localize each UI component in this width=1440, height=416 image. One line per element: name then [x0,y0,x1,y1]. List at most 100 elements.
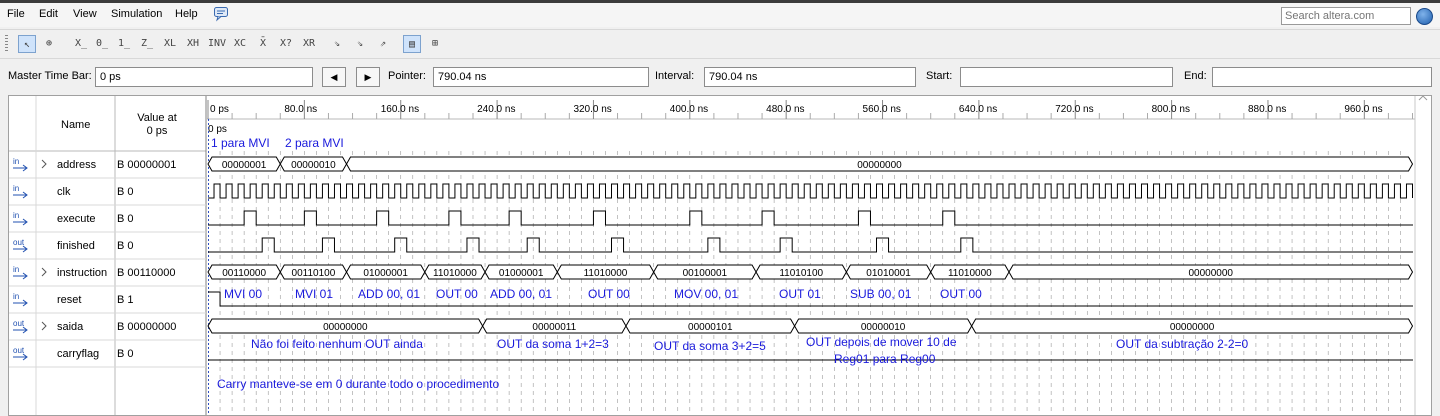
signal-value-saida: B 00000000 [117,321,176,333]
time-tick-label: 0 ps [210,104,229,115]
overwrite-value-icon[interactable]: ⇘ [328,35,346,53]
menu-edit[interactable]: Edit [39,8,58,20]
instruction-bus-value: 01000001 [499,268,544,279]
signal-value-carryflag: B 0 [117,348,134,360]
time-tick-label: 80.0 ns [284,104,317,115]
instruction-bus-value: 01000001 [363,268,408,279]
annotation-instruction: ADD 00, 01 [490,287,552,301]
invert-icon[interactable]: INV [208,35,226,53]
expand-chevron-icon [41,267,47,277]
forcing-low-icon[interactable]: 0̲ [93,35,111,53]
forcing-high-impedance-icon[interactable]: Z̲ [138,35,156,53]
expand-chevron-icon [41,159,47,169]
menu-view[interactable]: View [73,8,97,20]
timing-sim-icon[interactable]: ⇗ [374,35,392,53]
scroll-up-icon[interactable] [1418,96,1428,101]
netlist-viewer-icon[interactable]: ▤ [403,35,421,53]
annotation-saida: OUT da subtração 2-2=0 [1116,337,1249,351]
annotation-instruction: ADD 00, 01 [358,287,420,301]
arbitrary-value-icon[interactable]: X? [277,35,295,53]
time-tick-label: 400.0 ns [670,104,708,115]
instruction-bus-value: 00110100 [292,268,336,279]
selection-tool-icon[interactable]: ↖ [18,35,36,53]
start-field[interactable] [960,67,1173,87]
signal-value-address: B 00000001 [117,159,176,171]
forcing-high-icon[interactable]: 1̲ [115,35,133,53]
annotation-saida: OUT depois de mover 10 de [806,335,957,349]
annotation-saida: Reg01 para Reg00 [834,352,936,366]
search-input[interactable] [1281,7,1411,25]
next-transition-button[interactable]: ▶ [356,67,380,87]
time-bar-row: Master Time Bar: 0 ps ◀ ▶ Pointer: 790.0… [0,62,1440,90]
signal-value-execute: B 0 [117,213,134,225]
name-column-header: Name [61,119,90,131]
annotation-instruction: OUT 00 [436,287,478,301]
annotation-instruction: MVI 01 [295,287,333,301]
time-tick-label: 480.0 ns [766,104,804,115]
functional-sim-icon[interactable]: ⇘ [351,35,369,53]
signal-name-saida: saida [57,321,84,333]
cursor-time-label: 0 ps [208,124,227,135]
instruction-bus-value: 11010100 [779,268,823,279]
value-column-header: Value at [137,112,177,124]
instruction-bus-value: 11010000 [433,268,477,279]
interval-label: Interval: [655,70,695,82]
speech-balloon-icon[interactable] [213,6,229,22]
annotation-instruction: OUT 00 [588,287,630,301]
end-field[interactable] [1212,67,1432,87]
instruction-bus-value: 00110000 [222,268,266,279]
time-tick-label: 240.0 ns [477,104,515,115]
annotation-saida: OUT da soma 1+2=3 [497,337,609,351]
master-time-bar-field[interactable]: 0 ps [95,67,313,87]
value-column-header-time: 0 ps [147,125,168,137]
annotation-saida: Não foi feito nenhum OUT ainda [251,337,423,351]
forcing-weak-low-icon[interactable]: XL [161,35,179,53]
master-time-bar-label: Master Time Bar: [8,70,92,82]
signal-name-finished: finished [57,240,95,252]
interval-field[interactable]: 790.04 ns [704,67,916,87]
pin-in-icon: in [13,157,19,166]
annotation-instruction: MOV 00, 01 [674,287,738,301]
instruction-bus-value: 01010001 [866,268,911,279]
count-value-icon[interactable]: XC [231,35,249,53]
address-bus-value: 00000010 [291,160,336,171]
triangle-right-icon: ▶ [364,72,372,82]
address-bus-value: 00000000 [857,160,902,171]
triangle-left-icon: ◀ [330,72,338,82]
menu-simulation[interactable]: Simulation [111,8,162,20]
clock-icon[interactable]: X̄ [254,35,272,53]
waveform-canvas: Name Value at 0 ps 0 ps 0 ps 80.0 ns 160.0… [9,96,1428,415]
instruction-bus-value: 11010000 [948,268,992,279]
signal-name-carryflag: carryflag [57,348,99,360]
time-tick-label: 800.0 ns [1152,104,1190,115]
snap-to-grid-icon[interactable]: ⊞ [426,35,444,53]
previous-transition-button[interactable]: ◀ [322,67,346,87]
signal-name-execute: execute [57,213,96,225]
zoom-tool-icon[interactable]: ⊕ [40,35,58,53]
forcing-unknown-icon[interactable]: X̲ [72,35,90,53]
annotation-instruction: SUB 00, 01 [850,287,912,301]
signal-name-clk: clk [57,186,71,198]
signal-value-clk: B 0 [117,186,134,198]
forcing-weak-high-icon[interactable]: XH [184,35,202,53]
pointer-field[interactable]: 790.04 ns [433,67,649,87]
waveform-panel: Name Value at 0 ps 0 ps 0 ps 80.0 ns 160.0… [8,95,1432,416]
annotation-instruction: OUT 00 [940,287,982,301]
globe-icon[interactable] [1416,8,1433,25]
signal-value-finished: B 0 [117,240,134,252]
pin-in-icon: in [13,184,19,193]
saida-bus-value: 00000010 [861,322,906,333]
address-bus-value: 00000001 [222,160,267,171]
signal-name-address: address [57,159,97,171]
expand-chevron-icon [41,321,47,331]
menu-file[interactable]: File [7,8,25,20]
annotation-carry: Carry manteve-se em 0 durante todo o pro… [217,377,499,391]
random-value-icon[interactable]: XR [300,35,318,53]
time-tick-label: 560.0 ns [863,104,901,115]
menu-help[interactable]: Help [175,8,198,20]
toolbar: ↖ ⊕ X̲ 0̲ 1̲ Z̲ XL XH INV XC X̄ X? XR ⇘ … [0,29,1440,59]
annotation-instruction: MVI 00 [224,287,262,301]
time-tick-label: 160.0 ns [381,104,419,115]
pin-out-icon: out [13,238,25,247]
instruction-bus-value: 00000000 [1188,268,1233,279]
